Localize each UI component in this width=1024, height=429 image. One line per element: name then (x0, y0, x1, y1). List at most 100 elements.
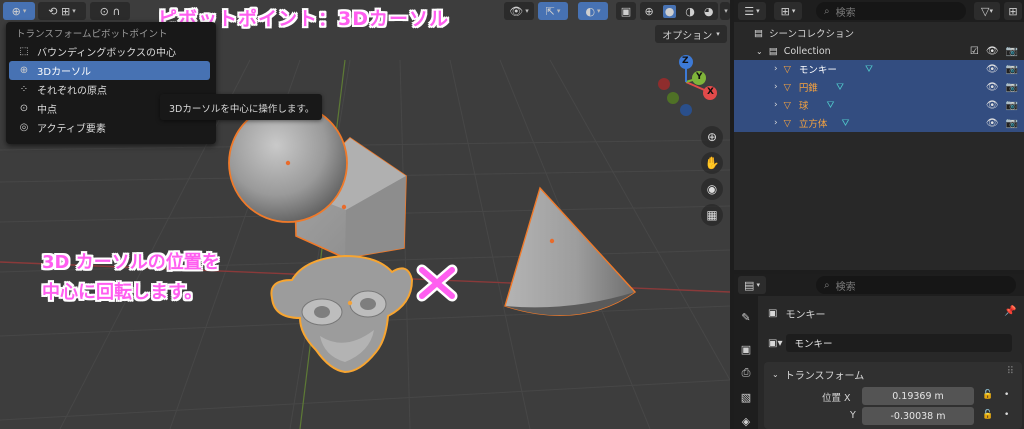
scene-tab-icon[interactable]: ◈ (737, 412, 755, 429)
outliner-object-row[interactable]: › ▽ 立方体 ⛛ 👁 📷 (734, 114, 1024, 132)
chevron-down-icon: ▾ (556, 7, 561, 15)
object-name-field[interactable]: モンキー (786, 334, 1013, 352)
eye-icon: 👁 (509, 4, 524, 18)
menu-item-label: 3Dカーソル (37, 67, 92, 78)
chevron-down-icon: ▾ (72, 7, 76, 15)
annotation-body: 3D カーソルの位置を 中心に回転します。 (42, 248, 220, 308)
eye-icon[interactable]: 👁 (986, 100, 999, 111)
camera-icon[interactable]: 📷 (1006, 64, 1018, 75)
annotation-line-1: 3D カーソルの位置を (42, 252, 220, 273)
overlays-toggle[interactable]: ◐ ▾ (578, 2, 608, 20)
outliner-header: ☰ ▾ ⊞ ▾ ⌕ 検索 ▽ ▾ ⊞ (734, 0, 1024, 22)
object-name: 球 (798, 101, 809, 112)
editor-type-dropdown[interactable]: ☰ ▾ (738, 2, 766, 20)
editor-type-dropdown[interactable]: ▤ ▾ (738, 276, 766, 294)
hand-pan-icon[interactable]: ✋ (701, 152, 723, 174)
shading-mode-group[interactable]: ⊕ ● ◑ ◕ (640, 2, 718, 20)
gizmo-toggle[interactable]: ⇱ ▾ (538, 2, 568, 20)
new-collection-button[interactable]: ⊞ (1004, 2, 1022, 20)
mesh-data-icon: ⛛ (841, 117, 850, 129)
chevron-down-icon[interactable]: ⌄ (756, 47, 763, 56)
filter-dropdown[interactable]: ▽ ▾ (974, 2, 1000, 20)
chevron-down-icon: ▾ (597, 7, 601, 15)
camera-icon[interactable]: 📷 (1006, 100, 1018, 111)
outliner-search-input[interactable]: ⌕ 検索 (816, 2, 966, 20)
render-tab-icon[interactable]: ▣ (737, 340, 755, 358)
rendered-icon[interactable]: ◕ (704, 5, 714, 18)
drag-handle-icon[interactable]: ⠿ (1007, 366, 1014, 377)
options-button[interactable]: オプション ▾ (655, 25, 727, 43)
collection-icon: ▤ (768, 45, 778, 57)
location-x-label: 位置 X (822, 393, 851, 404)
checkbox-icon[interactable]: ☑ (970, 46, 979, 57)
camera-icon[interactable]: ◉ (701, 178, 723, 200)
object-name: モンキー (798, 65, 837, 76)
gizmo-y-label: Y (696, 72, 703, 82)
outliner-object-row[interactable]: › ▽ モンキー ⛛ 👁 📷 (734, 60, 1024, 78)
camera-icon[interactable]: 📷 (1006, 46, 1018, 57)
chevron-right-icon[interactable]: › (774, 64, 778, 74)
menu-item-bounding-box-center[interactable]: ⬚ バウンディングボックスの中心 (9, 42, 210, 61)
properties-icon: ▤ (744, 278, 755, 292)
median-point-icon: ⊙ (19, 103, 29, 114)
pin-icon[interactable]: 📌 (1004, 306, 1016, 317)
proportional-edit-toggle[interactable]: ⊙ ∩ (90, 2, 130, 20)
chevron-right-icon[interactable]: › (774, 100, 778, 110)
menu-item-active-element[interactable]: ◎ アクティブ要素 (9, 118, 210, 137)
outliner-object-row[interactable]: › ▽ 球 ⛛ 👁 📷 (734, 96, 1024, 114)
wireframe-icon[interactable]: ⊕ (644, 5, 653, 18)
menu-item-label: アクティブ要素 (37, 124, 106, 135)
outliner-object-row[interactable]: › ▽ 円錐 ⛛ 👁 📷 (734, 78, 1024, 96)
transform-panel-title: トランスフォーム (784, 371, 865, 382)
eye-icon[interactable]: 👁 (986, 64, 999, 75)
shading-options[interactable]: ▾ (720, 2, 730, 20)
solid-icon[interactable]: ● (662, 4, 677, 18)
pivot-point-menu: トランスフォームピボットポイント ⬚ バウンディングボックスの中心 ⊕ 3Dカーソル… (6, 22, 216, 144)
transform-panel-header[interactable]: ⌄ トランスフォーム (772, 367, 864, 382)
visibility-dropdown[interactable]: 👁 ▾ (504, 2, 534, 20)
menu-item-3d-cursor[interactable]: ⊕ 3Dカーソル (9, 61, 210, 80)
3d-viewport[interactable]: Z Y X ⊕ ▾ ⟲ ⊞ ▾ ⊙ ∩ 👁 ▾ ⇱ ▾ ◐ ▾ ▣ ⊕ ● ◑ ◕ ▾ ピ… (0, 0, 730, 429)
snap-toggle[interactable]: ⟲ ⊞ ▾ (38, 2, 86, 20)
scene-collection-row[interactable]: ▤ シーンコレクション (734, 24, 1024, 42)
menu-item-label: 中点 (37, 105, 57, 116)
lock-icon[interactable]: 🔓 (982, 410, 993, 420)
location-y-label: Y (850, 410, 856, 421)
tool-tab-icon[interactable]: ✎ (737, 308, 755, 326)
grid-perspective-icon[interactable]: ▦ (701, 204, 723, 226)
display-mode-dropdown[interactable]: ⊞ ▾ (774, 2, 802, 20)
location-y-field[interactable]: -0.30038 m (862, 407, 974, 425)
view-layer-tab-icon[interactable]: ▧ (737, 388, 755, 406)
sphere-object[interactable] (228, 103, 348, 223)
chevron-right-icon[interactable]: › (774, 82, 778, 92)
xray-toggle[interactable]: ▣ (616, 2, 636, 20)
search-icon: ⌕ (824, 279, 830, 291)
mesh-object-icon: ▽ (783, 81, 791, 93)
camera-icon[interactable]: 📷 (1006, 118, 1018, 129)
pivot-point-dropdown[interactable]: ⊕ ▾ (3, 2, 35, 20)
zoom-icon[interactable]: ⊕ (701, 126, 723, 148)
properties-search-input[interactable]: ⌕ 検索 (816, 276, 1016, 294)
camera-icon[interactable]: 📷 (1006, 82, 1018, 93)
object-name: 立方体 (798, 119, 828, 130)
chevron-right-icon[interactable]: › (774, 118, 778, 128)
eye-icon[interactable]: 👁 (986, 82, 999, 93)
material-icon[interactable]: ◑ (685, 5, 695, 18)
gizmo-x-label: X (707, 87, 714, 97)
annotation-line-2: 中心に回転します。 (42, 282, 203, 303)
lock-icon[interactable]: 🔓 (982, 390, 993, 400)
output-tab-icon[interactable]: ⎙ (737, 364, 755, 382)
display-mode-icon: ⊞ (780, 4, 790, 18)
keyframe-dot-icon[interactable]: • (1004, 390, 1009, 400)
keyframe-dot-icon[interactable]: • (1004, 410, 1009, 420)
location-x-field[interactable]: 0.19369 m (862, 387, 974, 405)
cursor-3d-marker (416, 264, 458, 302)
cone-object[interactable] (504, 186, 637, 316)
chevron-down-icon: ⌄ (772, 370, 779, 379)
collection-row[interactable]: ⌄ ▤ Collection ☑ 👁 📷 (734, 42, 1024, 60)
eye-icon[interactable]: 👁 (986, 46, 999, 57)
mesh-data-icon: ⛛ (835, 81, 844, 93)
menu-item-label: それぞれの原点 (37, 86, 107, 97)
object-type-icon[interactable]: ▣▾ (768, 338, 782, 349)
eye-icon[interactable]: 👁 (986, 118, 999, 129)
